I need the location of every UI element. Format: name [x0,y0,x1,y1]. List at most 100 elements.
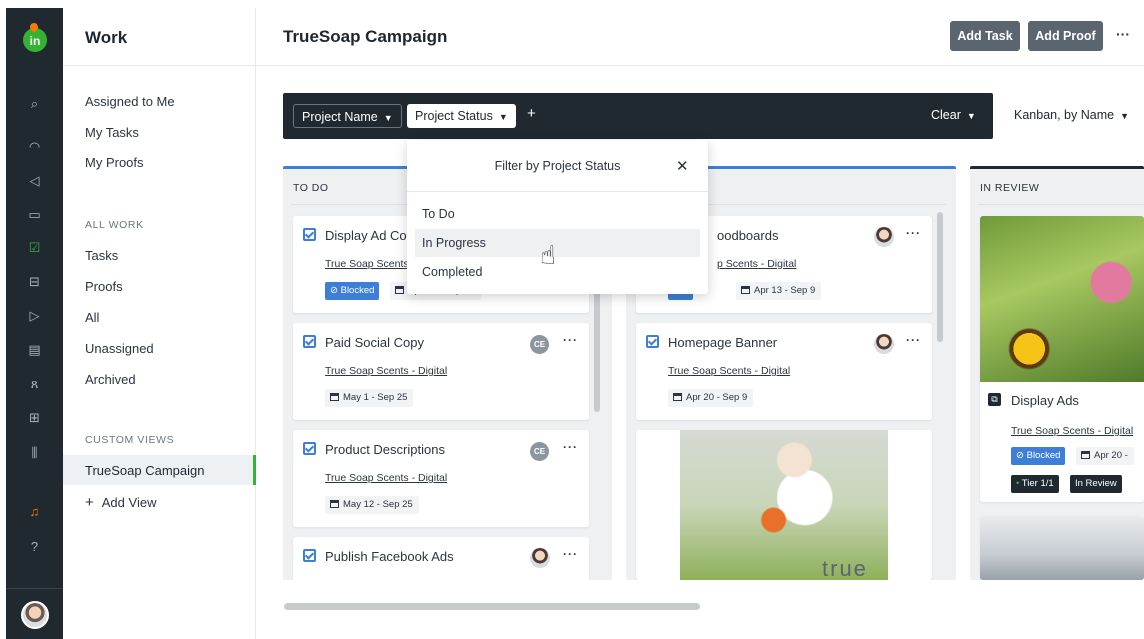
task-icon[interactable]: ☑ [6,239,63,257]
sidebar-title: Work [85,28,128,47]
task-icon [303,442,316,455]
card-project-link[interactable]: True Soap Scents - Digital [325,365,447,377]
nav-truesoap-campaign[interactable]: TrueSoap Campaign [63,455,256,485]
calendar-icon[interactable]: ▤ [6,341,63,359]
proof-thumbnail [980,516,1144,580]
board-icon[interactable]: ⊞ [6,409,63,427]
nav-my-proofs[interactable]: My Proofs [85,155,144,170]
date-range-label: Apr 13 - Sep 9 [754,285,816,296]
clear-filters-button[interactable]: Clear ▼ [931,108,976,122]
user-avatar[interactable] [21,601,49,629]
dashboard-icon[interactable]: ◠ [6,138,63,156]
app-logo[interactable]: in [23,28,47,52]
assignee-avatar[interactable] [874,334,894,354]
section-all-work: ALL WORK [85,219,144,231]
proof-icon[interactable]: ▷ [6,307,63,325]
close-icon[interactable]: ✕ [676,157,689,175]
card-more-icon[interactable]: ··· [563,547,578,561]
card-project-link[interactable]: True Soap Scents - Digital [1011,425,1133,437]
project-name-filter[interactable]: Project Name ▼ [293,104,402,128]
sidebar-divider [63,65,256,66]
add-proof-button[interactable]: Add Proof [1028,21,1103,51]
view-selector[interactable]: Kanban, by Name ▼ [1014,108,1129,122]
task-card[interactable]: Homepage Banner ··· True Soap Scents - D… [636,323,932,420]
page-header: TrueSoap Campaign Add Task Add Proof ··· [256,8,1144,66]
task-icon [646,335,659,348]
option-completed[interactable]: Completed [415,258,700,286]
chevron-down-icon: ▼ [498,112,508,122]
card-title: oodboards [717,228,779,243]
folder-icon[interactable]: ▭ [6,206,63,224]
task-card[interactable]: Publish Facebook Ads ··· [293,537,589,580]
card-more-icon[interactable]: ··· [906,226,921,240]
dropdown-title: Filter by Project Status [494,159,621,173]
add-view-button[interactable]: + Add View [85,494,156,511]
proof-thumbnail [980,216,1144,382]
assignee-avatar[interactable]: CE [530,442,549,461]
nav-my-tasks[interactable]: My Tasks [85,125,139,140]
card-project-link[interactable]: True Soap Scents - [325,258,415,270]
date-range: Apr 13 - Sep 9 [736,282,822,300]
column-todo-label: TO DO [293,182,329,194]
card-title: Paid Social Copy [325,335,424,350]
add-task-button[interactable]: Add Task [950,21,1020,51]
card-more-icon[interactable]: ··· [906,333,921,347]
tier-badge-label: Tier 1/1 [1021,478,1054,489]
horizontal-scrollbar[interactable] [284,603,700,610]
nav-all[interactable]: All [85,310,99,325]
proof-card[interactable] [980,516,1144,580]
card-project-link[interactable]: p Scents - Digital [717,258,796,270]
assignee-avatar[interactable] [874,227,894,247]
help-icon[interactable]: ? [6,538,63,556]
nav-proofs[interactable]: Proofs [85,279,123,294]
reports-icon[interactable]: ⫼ [6,444,63,462]
calendar-icon [1081,451,1090,459]
nav-assigned-to-me[interactable]: Assigned to Me [85,94,175,109]
proof-icon: ⧉ [988,393,1001,406]
assignee-avatar[interactable] [530,548,550,568]
megaphone-icon[interactable]: ◁ [6,172,63,190]
date-range: Apr 20 - [1076,447,1134,465]
search-icon[interactable]: ⌕ [6,95,63,113]
status-badge-label: Blocked [340,285,375,296]
status-badge-label: Blocked [1026,450,1061,461]
card-more-icon[interactable]: ··· [563,333,578,347]
add-view-label: Add View [101,495,157,510]
plus-icon: + [85,494,94,511]
proof-card[interactable]: ⧉ Display Ads True Soap Scents - Digital… [980,216,1144,502]
nav-unassigned[interactable]: Unassigned [85,341,154,356]
chevron-down-icon: ▼ [383,113,393,123]
section-custom-views: CUSTOM VIEWS [85,434,175,446]
task-icon [303,549,316,562]
project-status-filter[interactable]: Project Status ▼ [407,104,516,128]
option-in-progress[interactable]: In Progress [415,229,700,257]
nav-archived[interactable]: Archived [85,372,136,387]
column-scrollbar[interactable] [937,212,943,342]
nav-tasks[interactable]: Tasks [85,248,118,263]
hand-cursor-icon: ☝ [540,240,556,270]
proof-card[interactable]: true [636,430,932,580]
nav-truesoap-campaign-label: TrueSoap Campaign [85,463,205,478]
column-in-review: IN REVIEW ⧉ Display Ads True Soap Scents… [970,166,1144,580]
card-project-link[interactable]: True Soap Scents - Digital [325,472,447,484]
tier-badge: • Tier 1/1 [1011,475,1059,493]
chevron-down-icon: ▼ [1120,111,1129,121]
task-card[interactable]: Paid Social Copy CE ··· True Soap Scents… [293,323,589,420]
person-icon[interactable]: ጸ [6,375,63,393]
task-icon [303,335,316,348]
status-badge: ⊘ Blocked [1011,447,1066,465]
add-filter-button[interactable]: + [527,105,536,122]
project-name-filter-label: Project Name [302,110,378,124]
project-status-dropdown: Filter by Project Status ✕ To Do In Prog… [407,140,708,294]
option-to-do[interactable]: To Do [415,200,700,228]
card-more-icon[interactable]: ··· [563,440,578,454]
view-selector-label: Kanban, by Name [1014,108,1115,122]
card-project-link[interactable]: True Soap Scents - Digital [668,365,790,377]
assignee-avatar[interactable]: CE [530,335,549,354]
filter-bar: Project Name ▼ Project Status ▼ + Clear ▼ [283,93,993,139]
task-card[interactable]: Product Descriptions CE ··· True Soap Sc… [293,430,589,527]
inbox-icon[interactable]: ⊟ [6,273,63,291]
notifications-icon[interactable]: ♫ [6,503,63,521]
brand-text: true [822,556,868,580]
more-options-icon[interactable]: ··· [1116,26,1130,42]
